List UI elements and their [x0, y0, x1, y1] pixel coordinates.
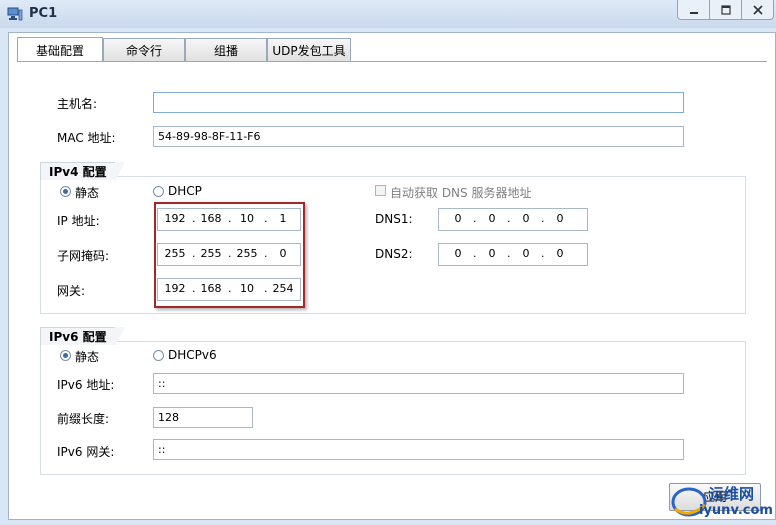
ipv6-dhcpv6-radio[interactable] [153, 350, 164, 361]
ipv6-address-input[interactable]: :: [153, 373, 684, 394]
ip-dot: . [507, 212, 511, 225]
ip-dot: . [507, 247, 511, 260]
ip-dot: . [541, 247, 545, 260]
window-controls [677, 0, 774, 20]
dns2-octet-3: 0 [522, 247, 530, 260]
close-icon [752, 4, 763, 15]
ipv6-gateway-input[interactable]: :: [153, 439, 684, 460]
ip-dot: . [473, 247, 477, 260]
auto-dns-label: 自动获取 DNS 服务器地址 [390, 186, 532, 200]
ipv6-group-title: IPv6 配置 [40, 327, 125, 346]
ipv6-static-label: 静态 [75, 350, 100, 364]
window-title: PC1 [29, 6, 58, 21]
dns1-label: DNS1: [375, 212, 413, 226]
dns1-input[interactable]: 0. 0. 0. 0 [438, 208, 588, 231]
ip-dot: . [473, 212, 477, 225]
watermark-line1: 运维网 [709, 485, 755, 503]
ipv6-gateway-label: IPv6 网关: [57, 445, 115, 459]
ip-address-label: IP 地址: [57, 214, 100, 228]
tab-command-line[interactable]: 命令行 [103, 38, 185, 61]
ipv4-dhcp-label: DHCP [168, 184, 202, 198]
tab-multicast[interactable]: 组播 [185, 38, 267, 61]
maximize-icon [720, 4, 731, 15]
tab-basic-config[interactable]: 基础配置 [17, 37, 103, 62]
subnet-mask-label: 子网掩码: [57, 249, 110, 263]
watermark-line2: iyunv.com [699, 503, 773, 518]
ipv6-static-radio[interactable] [60, 350, 71, 361]
maximize-button[interactable] [710, 0, 742, 19]
minimize-icon [689, 11, 698, 14]
ipv4-dhcp-radio[interactable] [153, 186, 164, 197]
ipv4-group-title: IPv4 配置 [40, 162, 125, 181]
window-body: 基础配置 命令行 组播 UDP发包工具 主机名: MAC 地址: 54-89-9… [8, 32, 776, 520]
dns2-octet-1: 0 [454, 247, 462, 260]
hostname-input[interactable] [153, 92, 684, 113]
prefix-length-input[interactable]: 128 [153, 407, 253, 428]
hostname-label: 主机名: [57, 97, 98, 111]
dns1-octet-3: 0 [522, 212, 530, 225]
dns1-octet-4: 0 [556, 212, 564, 225]
dns1-octet-2: 0 [488, 212, 496, 225]
dns2-octet-4: 0 [556, 247, 564, 260]
ipv6-address-label: IPv6 地址: [57, 378, 115, 392]
ipv4-static-label: 静态 [75, 186, 100, 200]
auto-dns-checkbox[interactable] [375, 185, 386, 196]
ip-dot: . [541, 212, 545, 225]
gateway-label: 网关: [57, 284, 86, 298]
ipv6-dhcpv6-label: DHCPv6 [168, 348, 217, 362]
highlight-box [154, 202, 305, 308]
mac-input[interactable]: 54-89-98-8F-11-F6 [153, 126, 684, 147]
minimize-button[interactable] [678, 0, 710, 19]
watermark: 运维网 iyunv.com [669, 481, 776, 521]
tab-udp-tool[interactable]: UDP发包工具 [267, 38, 351, 61]
dns1-octet-1: 0 [454, 212, 462, 225]
tab-divider [17, 61, 767, 62]
ipv4-static-radio[interactable] [60, 186, 71, 197]
prefix-length-label: 前缀长度: [57, 412, 110, 426]
pc-app-icon [7, 7, 23, 21]
dns2-octet-2: 0 [488, 247, 496, 260]
dns2-label: DNS2: [375, 247, 413, 261]
mac-label: MAC 地址: [57, 131, 116, 145]
close-button[interactable] [742, 0, 773, 19]
title-bar: PC1 [0, 0, 776, 28]
dns2-input[interactable]: 0. 0. 0. 0 [438, 243, 588, 266]
